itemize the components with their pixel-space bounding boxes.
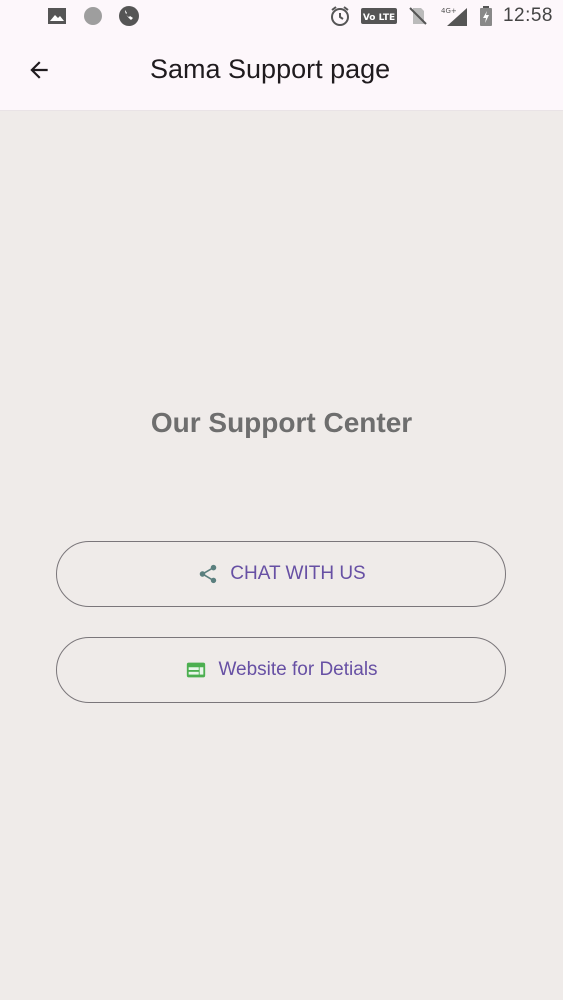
image-icon	[46, 5, 68, 27]
back-button[interactable]	[20, 53, 58, 91]
back-arrow-icon	[26, 57, 52, 88]
status-bar: Vo LTE 4G+ 12:58	[0, 0, 563, 34]
share-icon	[196, 562, 220, 586]
volte-icon: Vo LTE	[360, 5, 397, 27]
status-time: 12:58	[502, 5, 553, 26]
support-center-heading: Our Support Center	[150, 407, 413, 438]
circle-icon	[82, 5, 104, 27]
website-details-button[interactable]: Website for Detials	[56, 637, 506, 703]
chat-with-us-button[interactable]: CHAT WITH US	[56, 541, 506, 607]
signal-4g-icon: 4G+	[439, 5, 469, 27]
chat-with-us-label: CHAT WITH US	[230, 563, 366, 584]
viber-icon	[118, 5, 140, 27]
status-left-icons	[46, 5, 140, 27]
page-title: Sama Support page	[150, 54, 391, 84]
no-sim-icon	[407, 5, 429, 27]
app-bar: Sama Support page	[0, 34, 563, 111]
svg-text:Vo LTE: Vo LTE	[363, 13, 395, 23]
website-details-label: Website for Detials	[218, 659, 378, 680]
main-content: Our Support Center CHAT WITH US Website …	[0, 111, 563, 1000]
web-icon	[184, 658, 208, 682]
battery-icon	[479, 5, 493, 27]
alarm-icon	[329, 5, 351, 27]
svg-text:4G+: 4G+	[441, 7, 457, 15]
status-right-icons: Vo LTE 4G+ 12:58	[329, 5, 553, 27]
